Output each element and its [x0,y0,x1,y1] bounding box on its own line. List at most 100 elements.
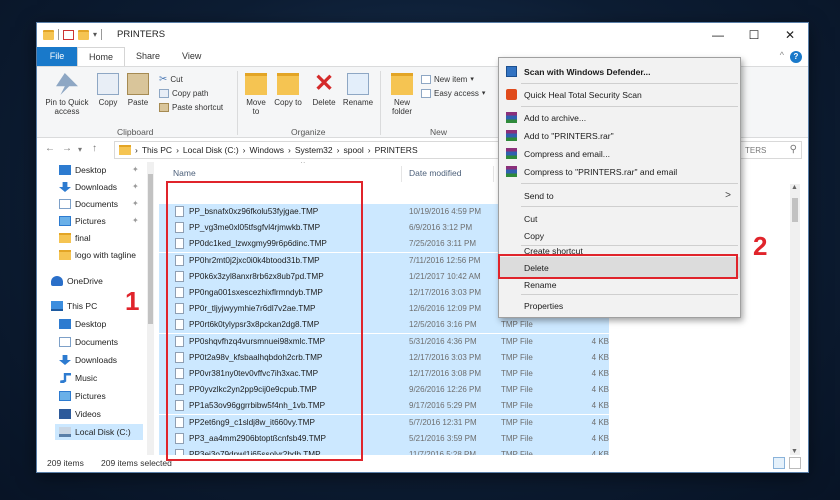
recent-locations-icon[interactable]: ▾ [78,145,82,154]
large-icons-view-icon[interactable] [789,457,801,469]
copy-to-button[interactable]: Copy to [274,73,302,107]
tab-view[interactable]: View [171,47,212,66]
copy-path-button[interactable]: Copy path [159,87,208,99]
new-item-icon [421,74,431,84]
new-item-button[interactable]: New item ▾ [421,73,474,85]
file-date-modified: 7/11/2016 12:56 PM [409,255,481,265]
file-type: TMP File [501,385,533,395]
breadcrumb-local-disk[interactable]: Local Disk (C:) [183,145,239,155]
nav-item-documents[interactable]: Documents [59,334,118,350]
delete-ribbon-button[interactable]: ✕ Delete [309,70,339,108]
copy-path-icon [159,88,169,98]
downloads-icon [59,355,71,365]
onedrive-icon [51,276,63,286]
quick-heal-icon [506,89,517,100]
delete-x-icon: ✕ [313,70,335,97]
title-bar: ▾ PRINTERS — ☐ ✕ [37,23,808,47]
file-type: TMP File [501,417,533,427]
nav-item-downloads[interactable]: Downloads [59,352,117,368]
folder-icon [59,250,71,260]
window-title: PRINTERS [117,29,166,40]
up-arrow-icon[interactable]: ↑ [92,143,97,154]
help-icon[interactable]: ? [790,51,802,63]
back-arrow-icon[interactable]: ← [45,143,55,154]
nav-scrollbar-thumb[interactable] [148,174,153,324]
file-date-modified: 5/7/2016 12:31 PM [409,417,477,427]
paste-button[interactable]: Paste [125,73,151,107]
breadcrumb-spool[interactable]: spool [343,145,363,155]
file-type: TMP File [501,401,533,411]
file-date-modified: 6/9/2016 3:12 PM [409,223,473,233]
menu-item-compress-to-rar-and-email[interactable]: Compress to "PRINTERS.rar" and email [499,161,740,182]
properties-icon[interactable] [63,29,74,40]
nav-item-onedrive[interactable]: OneDrive [51,273,103,289]
nav-item-this-pc[interactable]: This PC [51,298,97,314]
file-list-scrollbar-thumb[interactable] [792,198,798,222]
nav-item-pictures[interactable]: Pictures [59,388,106,404]
breadcrumb-system32[interactable]: System32 [295,145,333,155]
file-selection-highlight [166,181,363,461]
winrar-icon [506,166,517,177]
move-to-button[interactable]: Move to [242,73,270,116]
details-view-icon[interactable] [773,457,785,469]
copy-to-icon [277,73,299,95]
menu-item-scan-windows-defender[interactable]: Scan with Windows Defender... [499,61,740,82]
tab-file[interactable]: File [37,47,77,66]
breadcrumb-this-pc[interactable]: This PC [142,145,172,155]
new-folder-icon[interactable] [78,29,89,40]
nav-item-local-disk[interactable]: Local Disk (C:) [55,424,143,440]
nav-item-desktop-pinned[interactable]: Desktop [59,162,106,178]
desktop-icon [59,319,71,329]
drive-icon [59,427,71,437]
breadcrumb-windows[interactable]: Windows [250,145,284,155]
menu-item-send-to[interactable]: Send to > [499,185,740,206]
nav-item-downloads-pinned[interactable]: Downloads [59,179,117,195]
file-size: 4 KB [591,417,609,427]
nav-item-final[interactable]: final [59,230,91,246]
folder-icon [119,145,131,155]
documents-icon [59,199,71,209]
nav-item-documents-pinned[interactable]: Documents [59,196,118,212]
tab-home[interactable]: Home [77,47,126,66]
rename-icon [347,73,369,95]
breadcrumb-printers[interactable]: PRINTERS [375,145,418,155]
search-icon: ⚲ [789,144,797,155]
menu-item-properties[interactable]: Properties [499,295,740,316]
nav-item-pictures-pinned[interactable]: Pictures [59,213,106,229]
tab-share[interactable]: Share [125,47,171,66]
paste-shortcut-button[interactable]: Paste shortcut [159,101,223,113]
minimize-button[interactable]: — [700,23,736,47]
file-type: TMP File [501,320,533,330]
scroll-down-icon[interactable]: ▼ [791,448,798,455]
nav-item-desktop[interactable]: Desktop [59,316,106,332]
column-header-date-modified[interactable]: Date modified [409,162,461,184]
collapse-ribbon-icon[interactable]: ^ [780,50,784,60]
winrar-icon [506,130,517,141]
copy-button[interactable]: Copy [95,73,121,107]
videos-icon [59,409,71,419]
file-date-modified: 12/17/2016 3:03 PM [409,288,482,297]
pictures-icon [59,216,71,226]
scroll-up-icon[interactable]: ▲ [791,184,798,191]
file-list-scrollbar[interactable]: ▲ ▼ [790,184,800,455]
menu-item-quick-heal-scan[interactable]: Quick Heal Total Security Scan [499,84,740,105]
nav-scrollbar[interactable] [147,162,154,455]
easy-access-button[interactable]: Easy access ▾ [421,87,485,99]
nav-item-videos[interactable]: Videos [59,406,101,422]
new-folder-button[interactable]: New folder [387,73,417,116]
cut-button[interactable]: ✂ Cut [159,73,183,85]
pin-icon: ✦ [132,165,139,174]
pin-icon: ✦ [132,216,139,225]
file-date-modified: 5/31/2016 4:36 PM [409,336,477,346]
nav-item-music[interactable]: Music [59,370,97,386]
customize-toolbar-icon[interactable]: ▾ [93,30,97,39]
maximize-button[interactable]: ☐ [736,23,772,47]
rename-button[interactable]: Rename [341,73,375,107]
organize-group-label: Organize [291,127,326,137]
forward-arrow-icon[interactable]: → [62,143,72,154]
nav-item-logo-with-tagline[interactable]: logo with tagline [59,247,145,263]
search-input[interactable]: TERS ⚲ [740,141,802,159]
pin-quick-access-button[interactable]: Pin to Quick access [41,73,93,116]
close-button[interactable]: ✕ [772,23,808,47]
pin-icon: ✦ [132,199,139,208]
